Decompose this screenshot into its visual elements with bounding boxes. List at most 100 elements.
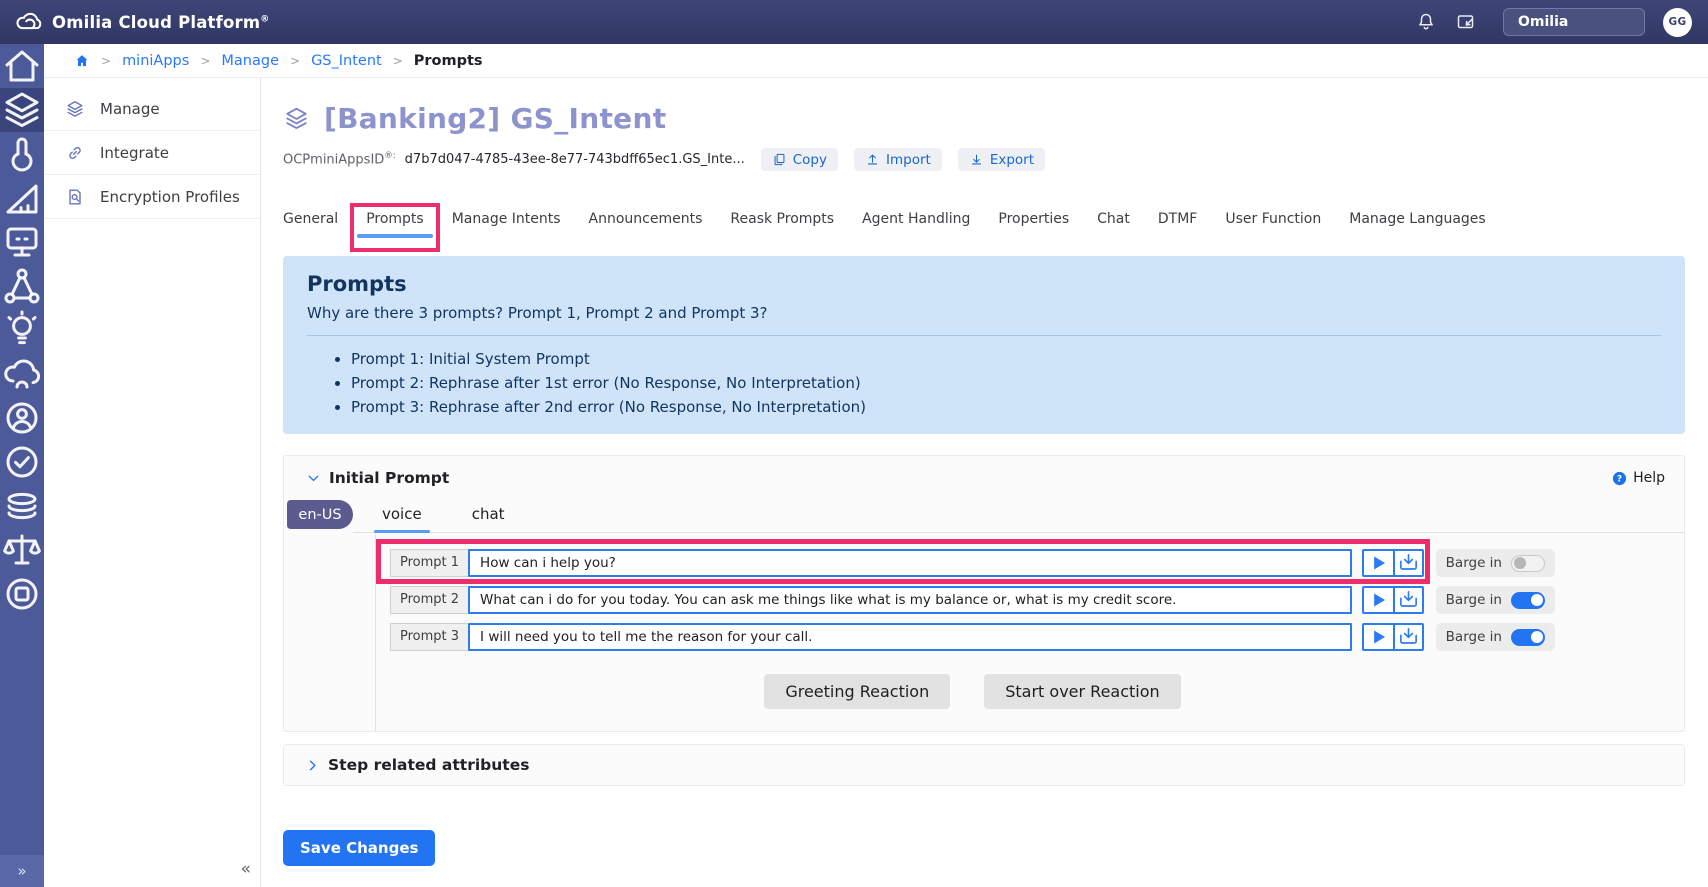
tab-dtmf[interactable]: DTMF — [1158, 211, 1197, 238]
prompt-audio-buttons — [1362, 623, 1424, 651]
breadcrumb-separator: > — [200, 54, 210, 68]
rail-cloud-agent-icon[interactable] — [0, 352, 44, 396]
info-panel-subtitle: Why are there 3 prompts? Prompt 1, Promp… — [307, 304, 1661, 322]
chevron-right-icon — [304, 757, 321, 774]
org-selector[interactable]: Omilia — [1503, 8, 1645, 36]
avatar[interactable]: GG — [1663, 8, 1692, 37]
rail-kiosk-icon[interactable] — [0, 220, 44, 264]
release-notes-icon[interactable] — [1455, 11, 1477, 33]
tab-announcements[interactable]: Announcements — [589, 211, 703, 238]
initial-prompt-panel: Initial Prompt ? Help en-US voice chat Pr… — [283, 455, 1685, 732]
info-bullet: Prompt 1: Initial System Prompt — [351, 350, 1661, 368]
help-link[interactable]: ? Help — [1611, 470, 1665, 487]
rail-network-icon[interactable] — [0, 264, 44, 308]
rail-expand-button[interactable]: » — [0, 855, 44, 887]
rail-scales-icon[interactable] — [0, 528, 44, 572]
notifications-bell-icon[interactable] — [1415, 11, 1437, 33]
copy-button[interactable]: Copy — [761, 148, 838, 171]
tab-manage-intents[interactable]: Manage Intents — [452, 211, 561, 238]
miniapp-layers-icon — [283, 105, 310, 132]
import-button[interactable]: Import — [854, 148, 942, 171]
tab-agent-handling[interactable]: Agent Handling — [862, 211, 970, 238]
layers-icon — [65, 99, 85, 119]
prompt-input-3[interactable] — [468, 623, 1352, 651]
tab-user-function[interactable]: User Function — [1225, 211, 1321, 238]
doc-search-icon — [65, 187, 85, 207]
rail-touch-icon[interactable] — [0, 132, 44, 176]
tab-prompts[interactable]: Prompts — [366, 211, 424, 238]
export-button[interactable]: Export — [958, 148, 1045, 171]
app-title: Omilia Cloud Platform® — [52, 13, 270, 32]
svg-text:?: ? — [1617, 474, 1622, 484]
tab-reask-prompts[interactable]: Reask Prompts — [730, 211, 834, 238]
prompt-label: Prompt 3 — [390, 623, 468, 651]
start-over-reaction-button[interactable]: Start over Reaction — [984, 674, 1180, 709]
barge-in-group: Barge in — [1436, 549, 1555, 577]
prompt-label: Prompt 2 — [390, 586, 468, 614]
rail-home-icon[interactable] — [0, 44, 44, 88]
breadcrumb-link-manage[interactable]: Manage — [221, 53, 279, 69]
rail-layers-icon[interactable] — [0, 88, 44, 132]
page-title: [Banking2] GS_Intent — [324, 102, 666, 135]
language-gutter — [284, 533, 376, 731]
breadcrumb-link-gs_intent[interactable]: GS_Intent — [311, 53, 382, 69]
barge-in-toggle-2[interactable] — [1511, 592, 1545, 609]
download-icon[interactable] — [1393, 551, 1422, 575]
breadcrumb: >miniApps>Manage>GS_Intent>Prompts — [44, 44, 1708, 78]
channel-tab-voice[interactable]: voice — [380, 499, 424, 532]
tab-properties[interactable]: Properties — [998, 211, 1069, 238]
tab-chat[interactable]: Chat — [1097, 211, 1130, 238]
rail-tray-stack-icon[interactable] — [0, 484, 44, 528]
greeting-reaction-button[interactable]: Greeting Reaction — [764, 674, 950, 709]
prompt-label: Prompt 1 — [390, 549, 468, 577]
help-question-icon: ? — [1611, 470, 1628, 487]
download-icon[interactable] — [1393, 625, 1422, 649]
prompt-input-1[interactable] — [468, 549, 1352, 577]
initial-prompt-header[interactable]: Initial Prompt ? Help — [284, 456, 1684, 497]
sidebar-item-label: Manage — [100, 100, 160, 118]
tab-general[interactable]: General — [283, 211, 338, 238]
tab-manage-languages[interactable]: Manage Languages — [1349, 211, 1485, 238]
home-icon[interactable] — [74, 53, 90, 69]
link-icon — [65, 143, 85, 163]
rail-gear-user-icon[interactable] — [0, 396, 44, 440]
sidebar-collapse-button[interactable]: « — [241, 859, 251, 879]
rail-target-icon[interactable] — [0, 572, 44, 616]
play-icon[interactable] — [1364, 551, 1393, 575]
breadcrumb-separator: > — [101, 54, 111, 68]
sidebar-item-encryption-profiles[interactable]: Encryption Profiles — [44, 175, 260, 219]
rail-ruler-icon[interactable] — [0, 176, 44, 220]
language-tab-en-us[interactable]: en-US — [287, 500, 353, 529]
barge-in-toggle-3[interactable] — [1511, 629, 1545, 646]
info-bullet: Prompt 3: Rephrase after 2nd error (No R… — [351, 398, 1661, 416]
breadcrumb-link-miniapps[interactable]: miniApps — [122, 53, 189, 69]
barge-in-group: Barge in — [1436, 586, 1555, 614]
initial-prompt-title: Initial Prompt — [329, 469, 449, 487]
download-icon[interactable] — [1393, 588, 1422, 612]
prompts-info-panel: Prompts Why are there 3 prompts? Prompt … — [283, 256, 1685, 434]
prompt-input-2[interactable] — [468, 586, 1352, 614]
info-panel-title: Prompts — [307, 272, 1661, 296]
save-changes-button[interactable]: Save Changes — [283, 830, 435, 866]
barge-in-label: Barge in — [1446, 629, 1502, 645]
sidebar-item-label: Integrate — [100, 144, 169, 162]
channel-tab-chat[interactable]: chat — [470, 499, 507, 532]
rail-bulb-icon[interactable] — [0, 308, 44, 352]
prompt-row-3: Prompt 3 Barge in — [390, 623, 1555, 651]
sidebar-item-label: Encryption Profiles — [100, 188, 240, 206]
step-attributes-header[interactable]: Step related attributes — [283, 744, 1685, 786]
channel-tabs: voice chat — [353, 499, 1684, 533]
tab-bar: General Prompts Manage Intents Announcement… — [283, 211, 1685, 238]
sidebar-item-integrate[interactable]: Integrate — [44, 131, 260, 175]
breadcrumb-current: Prompts — [414, 53, 483, 69]
prompt-audio-buttons — [1362, 549, 1424, 577]
barge-in-group: Barge in — [1436, 623, 1555, 651]
sidebar-menu: Manage Integrate Encryption Profiles « — [44, 78, 261, 887]
info-divider — [307, 335, 1661, 336]
play-icon[interactable] — [1364, 588, 1393, 612]
play-icon[interactable] — [1364, 625, 1393, 649]
sidebar-item-manage[interactable]: Manage — [44, 87, 260, 131]
main-content: [Banking2] GS_Intent OCPminiAppsID®: d7b… — [261, 78, 1708, 887]
rail-gear-check-icon[interactable] — [0, 440, 44, 484]
barge-in-toggle-1[interactable] — [1511, 555, 1545, 572]
